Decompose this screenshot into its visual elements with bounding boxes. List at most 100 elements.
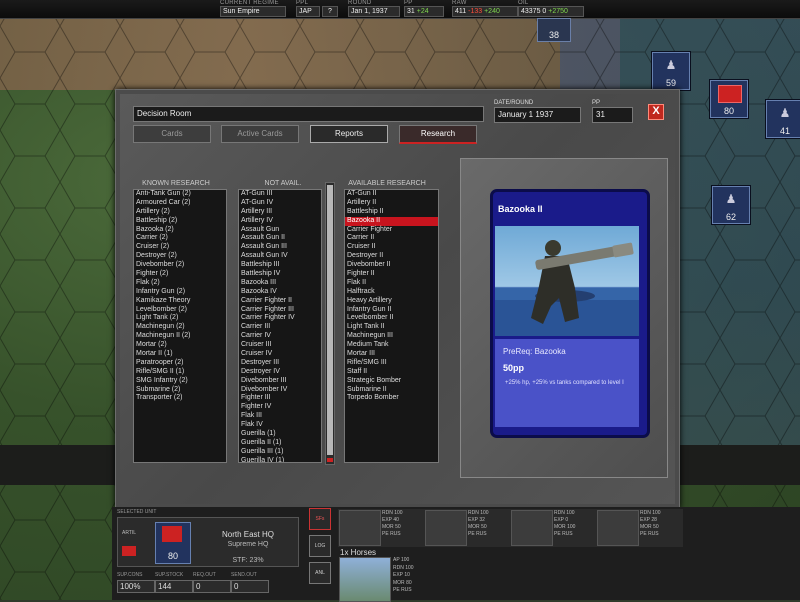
sfs-button[interactable]: SFs <box>309 508 331 530</box>
known-research-item[interactable]: Cruiser (2) <box>134 243 226 252</box>
available-research-item[interactable]: Medium Tank <box>345 341 438 350</box>
help-button[interactable]: ? <box>322 6 338 17</box>
available-research-item[interactable]: Rifle/SMG III <box>345 359 438 368</box>
known-research-item[interactable]: Carrier (2) <box>134 234 226 243</box>
tab-cards[interactable]: Cards <box>133 125 211 143</box>
known-research-item[interactable]: Mortar (2) <box>134 341 226 350</box>
not-available-item[interactable]: Bazooka IV <box>239 288 321 297</box>
not-available-item[interactable]: Carrier Fighter III <box>239 306 321 315</box>
not-available-item[interactable]: Destroyer III <box>239 359 321 368</box>
available-research-item[interactable]: Halftrack <box>345 288 438 297</box>
known-research-item[interactable]: Divebomber (2) <box>134 261 226 270</box>
not-available-item[interactable]: Bazooka III <box>239 279 321 288</box>
horse-icon[interactable] <box>339 557 391 602</box>
not-available-item[interactable]: Assault Gun III <box>239 243 321 252</box>
not-available-item[interactable]: Carrier IV <box>239 332 321 341</box>
not-available-item[interactable]: Artillery IV <box>239 217 321 226</box>
known-research-item[interactable]: Mortar II (1) <box>134 350 226 359</box>
available-research-item[interactable]: Carrier II <box>345 234 438 243</box>
map-unit[interactable]: ♟ 41 <box>766 100 800 138</box>
available-research-item[interactable]: Carrier Fighter <box>345 226 438 235</box>
map-unit[interactable]: ♟ 59 <box>652 52 690 90</box>
not-available-item[interactable]: AT-Gun IV <box>239 199 321 208</box>
hq-unit-counter[interactable]: 80 <box>155 522 191 564</box>
tab-active-cards[interactable]: Active Cards <box>221 125 299 143</box>
available-research-item[interactable]: Battleship II <box>345 208 438 217</box>
known-research-item[interactable]: Submarine (2) <box>134 386 226 395</box>
available-research-item[interactable]: Cruiser II <box>345 243 438 252</box>
available-research-item[interactable]: Heavy Artillery <box>345 297 438 306</box>
available-research-item[interactable]: Infantry Gun II <box>345 306 438 315</box>
not-available-item[interactable]: Flak IV <box>239 421 321 430</box>
known-research-item[interactable]: Kamikaze Theory <box>134 297 226 306</box>
not-available-item[interactable]: Destroyer IV <box>239 368 321 377</box>
not-available-item[interactable]: Battleship III <box>239 261 321 270</box>
not-available-item[interactable]: Guerilla (1) <box>239 430 321 439</box>
not-available-item[interactable]: AT-Gun III <box>239 190 321 199</box>
not-available-list[interactable]: AT-Gun III AT-Gun IV Artillery III Artiller… <box>238 189 322 463</box>
not-available-item[interactable]: Assault Gun II <box>239 234 321 243</box>
available-research-list[interactable]: AT-Gun II Artillery II Battleship II Bazook… <box>344 189 439 463</box>
known-research-item[interactable]: Bazooka (2) <box>134 226 226 235</box>
known-research-item[interactable]: Machinegun II (2) <box>134 332 226 341</box>
tab-reports[interactable]: Reports <box>310 125 388 143</box>
known-research-item[interactable]: SMG Infantry (2) <box>134 377 226 386</box>
known-research-list[interactable]: Anti-Tank Gun (2) Armoured Car (2) Artille… <box>133 189 227 463</box>
not-available-item[interactable]: Guerilla IV (1) <box>239 457 321 462</box>
map-unit[interactable]: ♟ 62 <box>712 186 750 224</box>
available-research-item[interactable]: Strategic Bomber <box>345 377 438 386</box>
not-available-scrollbar[interactable] <box>325 182 335 465</box>
not-available-item[interactable]: Guerilla III (1) <box>239 448 321 457</box>
available-research-item[interactable]: Fighter II <box>345 270 438 279</box>
anl-button[interactable]: ANL <box>309 562 331 584</box>
known-research-item[interactable]: Fighter (2) <box>134 270 226 279</box>
known-research-item[interactable]: Anti-Tank Gun (2) <box>134 190 226 199</box>
available-research-item[interactable]: Torpedo Bomber <box>345 394 438 403</box>
available-research-item[interactable]: Flak II <box>345 279 438 288</box>
not-available-item[interactable]: Carrier Fighter II <box>239 297 321 306</box>
not-available-item[interactable]: Divebomber III <box>239 377 321 386</box>
known-research-item[interactable]: Infantry Gun (2) <box>134 288 226 297</box>
unit-slot[interactable]: RDN 100 EXP 0 MOR 100 PE RUS <box>510 509 596 547</box>
not-available-item[interactable]: Cruiser III <box>239 341 321 350</box>
available-research-item[interactable]: Destroyer II <box>345 252 438 261</box>
not-available-item[interactable]: Guerilla II (1) <box>239 439 321 448</box>
available-research-item[interactable]: Artillery II <box>345 199 438 208</box>
close-button[interactable]: X <box>648 104 664 120</box>
available-research-item[interactable]: Mortar III <box>345 350 438 359</box>
unit-slot[interactable]: RDN 100 EXP 28 MOR 50 PE RUS <box>596 509 682 547</box>
tab-research[interactable]: Research <box>399 125 477 144</box>
known-research-item[interactable]: Light Tank (2) <box>134 314 226 323</box>
not-available-item[interactable]: Assault Gun IV <box>239 252 321 261</box>
known-research-item[interactable]: Rifle/SMG II (1) <box>134 368 226 377</box>
available-research-item[interactable]: Staff II <box>345 368 438 377</box>
log-button[interactable]: LOG <box>309 535 331 557</box>
available-research-item[interactable]: Divebomber II <box>345 261 438 270</box>
scroll-thumb[interactable] <box>327 185 333 455</box>
known-research-item[interactable]: Levelbomber (2) <box>134 306 226 315</box>
known-research-item[interactable]: Flak (2) <box>134 279 226 288</box>
available-research-item[interactable]: Submarine II <box>345 386 438 395</box>
not-available-item[interactable]: Fighter III <box>239 394 321 403</box>
not-available-item[interactable]: Flak III <box>239 412 321 421</box>
available-research-item[interactable]: Light Tank II <box>345 323 438 332</box>
known-research-item[interactable]: Armoured Car (2) <box>134 199 226 208</box>
known-research-item[interactable]: Artillery (2) <box>134 208 226 217</box>
available-research-item[interactable]: Bazooka II <box>345 216 438 226</box>
not-available-item[interactable]: Battleship IV <box>239 270 321 279</box>
map-unit[interactable]: 38 <box>537 18 571 42</box>
not-available-item[interactable]: Assault Gun <box>239 226 321 235</box>
not-available-item[interactable]: Fighter IV <box>239 403 321 412</box>
known-research-item[interactable]: Paratrooper (2) <box>134 359 226 368</box>
available-research-item[interactable]: Machinegun III <box>345 332 438 341</box>
not-available-item[interactable]: Divebomber IV <box>239 386 321 395</box>
known-research-item[interactable]: Transporter (2) <box>134 394 226 403</box>
not-available-item[interactable]: Carrier Fighter IV <box>239 314 321 323</box>
available-research-item[interactable]: AT-Gun II <box>345 190 438 199</box>
not-available-item[interactable]: Artillery III <box>239 208 321 217</box>
known-research-item[interactable]: Battleship (2) <box>134 217 226 226</box>
known-research-item[interactable]: Destroyer (2) <box>134 252 226 261</box>
known-research-item[interactable]: Machinegun (2) <box>134 323 226 332</box>
selected-unit-box[interactable]: ARTIL 80 North East HQ Supreme HQ STF: 2… <box>117 517 299 567</box>
not-available-item[interactable]: Carrier III <box>239 323 321 332</box>
